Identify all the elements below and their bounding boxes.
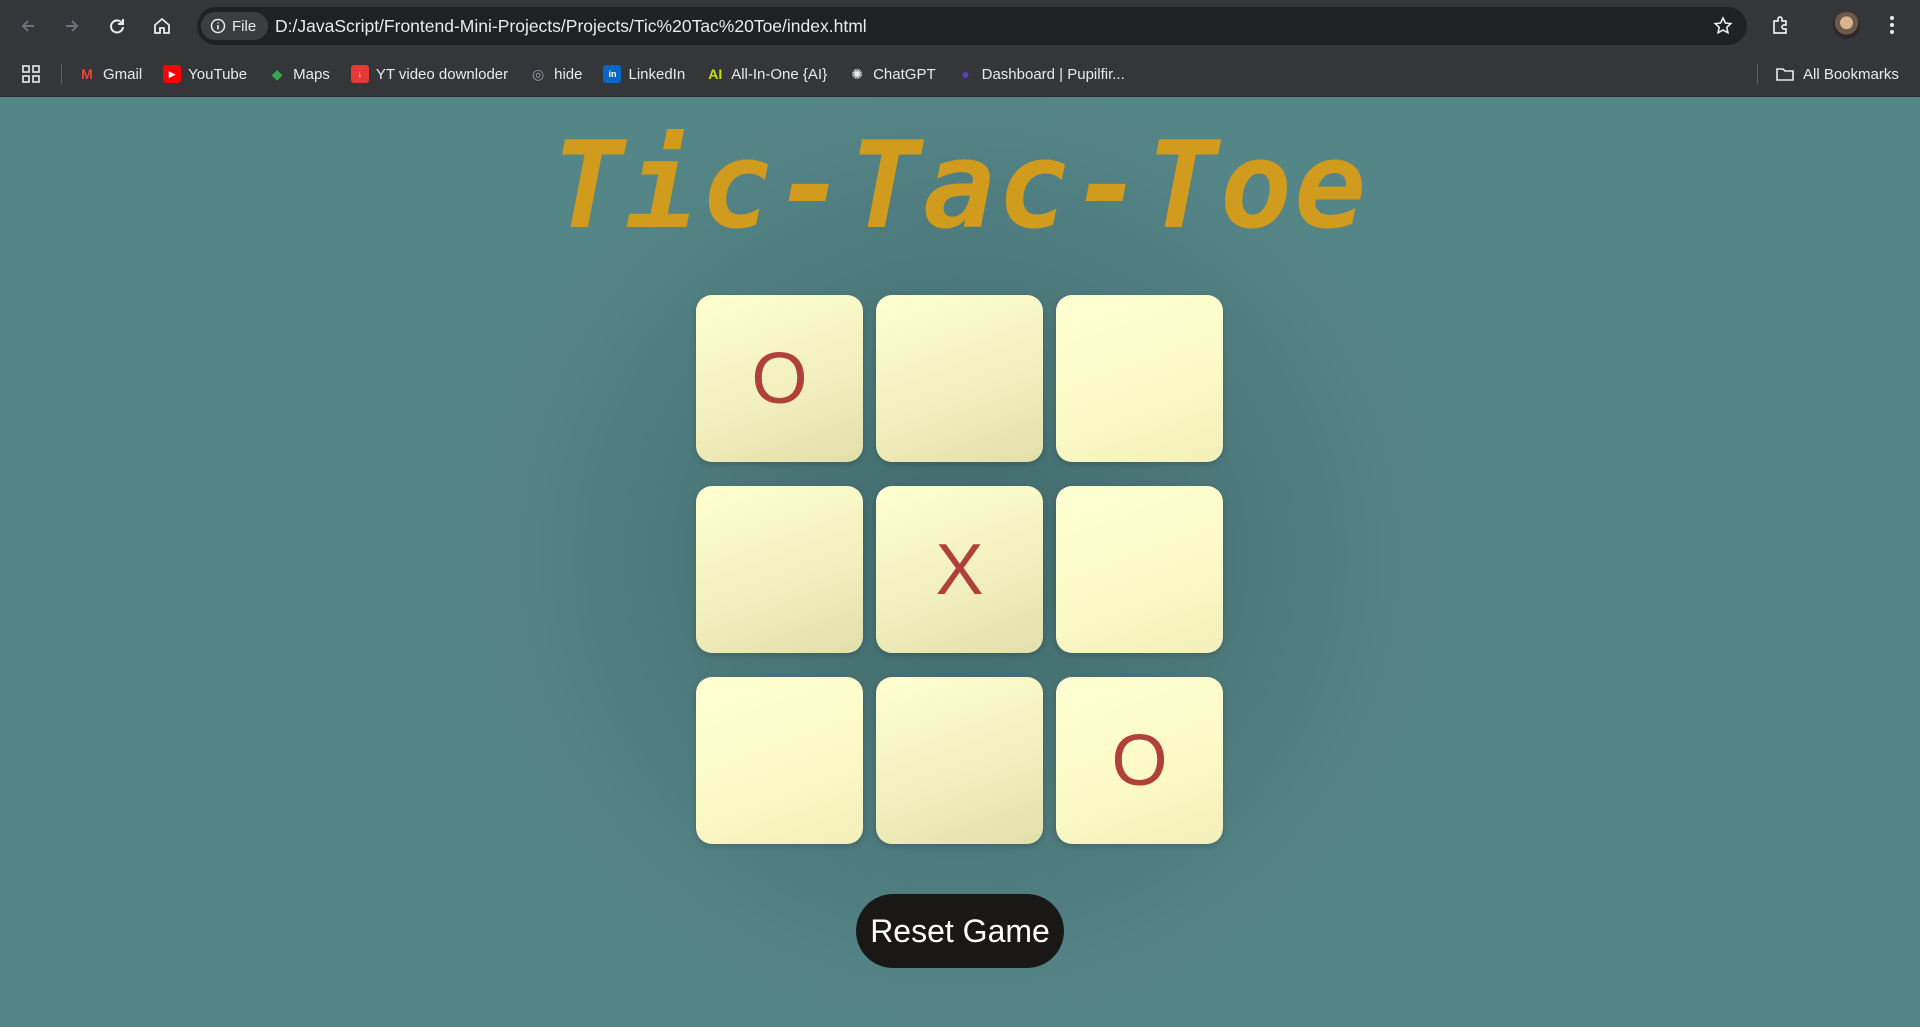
bookmark-item[interactable]: AI All-In-One {AI} [706, 65, 827, 83]
chatgpt-icon: ✺ [851, 65, 863, 82]
apps-grid-icon[interactable] [21, 64, 41, 84]
profile-avatar[interactable] [1833, 12, 1860, 39]
gmail-icon: M [81, 66, 93, 82]
back-button[interactable] [14, 12, 41, 39]
board-cell[interactable] [876, 677, 1043, 844]
youtube-icon: ▶ [163, 65, 182, 83]
bookmark-label: hide [554, 65, 583, 83]
board-cell[interactable] [696, 677, 863, 844]
bookmark-label: YouTube [188, 65, 248, 83]
bookmark-label: All-In-One {AI} [731, 65, 828, 83]
bookmark-label: Dashboard | Pupilfir... [981, 65, 1125, 83]
forward-button[interactable] [58, 12, 85, 39]
bookmark-list: M Gmail ▶ YouTube ◆ Maps ↓ YT video downloder ◎ h… [78, 51, 1146, 97]
maps-icon: ◆ [271, 65, 283, 82]
board-cell[interactable]: O [696, 295, 863, 462]
info-icon [210, 18, 226, 34]
board-cell[interactable]: O [1056, 677, 1223, 844]
reload-button[interactable] [103, 12, 130, 39]
bookmark-star-icon[interactable] [1713, 16, 1733, 36]
home-button[interactable] [148, 12, 175, 39]
home-icon [153, 17, 170, 34]
reload-icon [109, 18, 124, 33]
page-content: Tic-Tac-Toe O X O Reset Game [0, 97, 1920, 1027]
browser-toolbar: File D:/JavaScript/Frontend-Mini-Project… [0, 0, 1920, 51]
forward-arrow-icon [65, 19, 78, 32]
bookmark-item[interactable]: ● Dashboard | Pupilfir... [957, 65, 1125, 83]
board-cell[interactable] [1056, 295, 1223, 462]
bookmarks-separator [61, 64, 62, 84]
all-bookmarks-button[interactable]: All Bookmarks [1775, 51, 1899, 97]
globe-icon: ◎ [532, 65, 545, 82]
url-text[interactable]: D:/JavaScript/Frontend-Mini-Projects/Pro… [275, 7, 867, 45]
game-board: O X O [696, 295, 1224, 844]
bookmark-label: YT video downloder [375, 65, 509, 83]
bookmark-item[interactable]: ↓ YT video downloder [350, 65, 509, 83]
bookmark-item[interactable]: ◎ hide [529, 65, 582, 83]
board-cell[interactable] [696, 486, 863, 653]
bookmark-label: LinkedIn [628, 65, 686, 83]
bookmark-item[interactable]: ◆ Maps [268, 65, 330, 83]
site-info-chip[interactable]: File [201, 12, 269, 40]
bookmark-item[interactable]: M Gmail [78, 65, 142, 83]
board-cell[interactable]: X [876, 486, 1043, 653]
board-cell[interactable] [876, 295, 1043, 462]
back-arrow-icon [21, 19, 34, 32]
bookmark-label: ChatGPT [873, 65, 936, 83]
extensions-icon[interactable] [1770, 14, 1792, 36]
address-bar[interactable]: File D:/JavaScript/Frontend-Mini-Project… [197, 7, 1747, 45]
game-title: Tic-Tac-Toe [551, 117, 1369, 256]
bookmark-label: Gmail [103, 65, 143, 83]
bookmark-label: Maps [293, 65, 330, 83]
bookmark-item[interactable]: in LinkedIn [603, 65, 685, 83]
bookmarks-bar: M Gmail ▶ YouTube ◆ Maps ↓ YT video downloder ◎ h… [0, 51, 1920, 97]
ai-icon: AI [708, 66, 723, 82]
pupilfirst-icon: ● [961, 66, 970, 82]
folder-icon [1776, 68, 1794, 81]
bookmarks-separator [1757, 64, 1758, 84]
reset-game-button[interactable]: Reset Game [856, 894, 1064, 968]
bookmark-item[interactable]: ✺ ChatGPT [848, 65, 936, 83]
file-chip-label: File [232, 17, 257, 35]
download-icon: ↓ [350, 65, 369, 83]
linkedin-icon: in [603, 65, 622, 83]
bookmark-item[interactable]: ▶ YouTube [163, 65, 247, 83]
all-bookmarks-label: All Bookmarks [1803, 65, 1899, 83]
kebab-menu-icon[interactable] [1881, 14, 1903, 36]
board-cell[interactable] [1056, 486, 1223, 653]
